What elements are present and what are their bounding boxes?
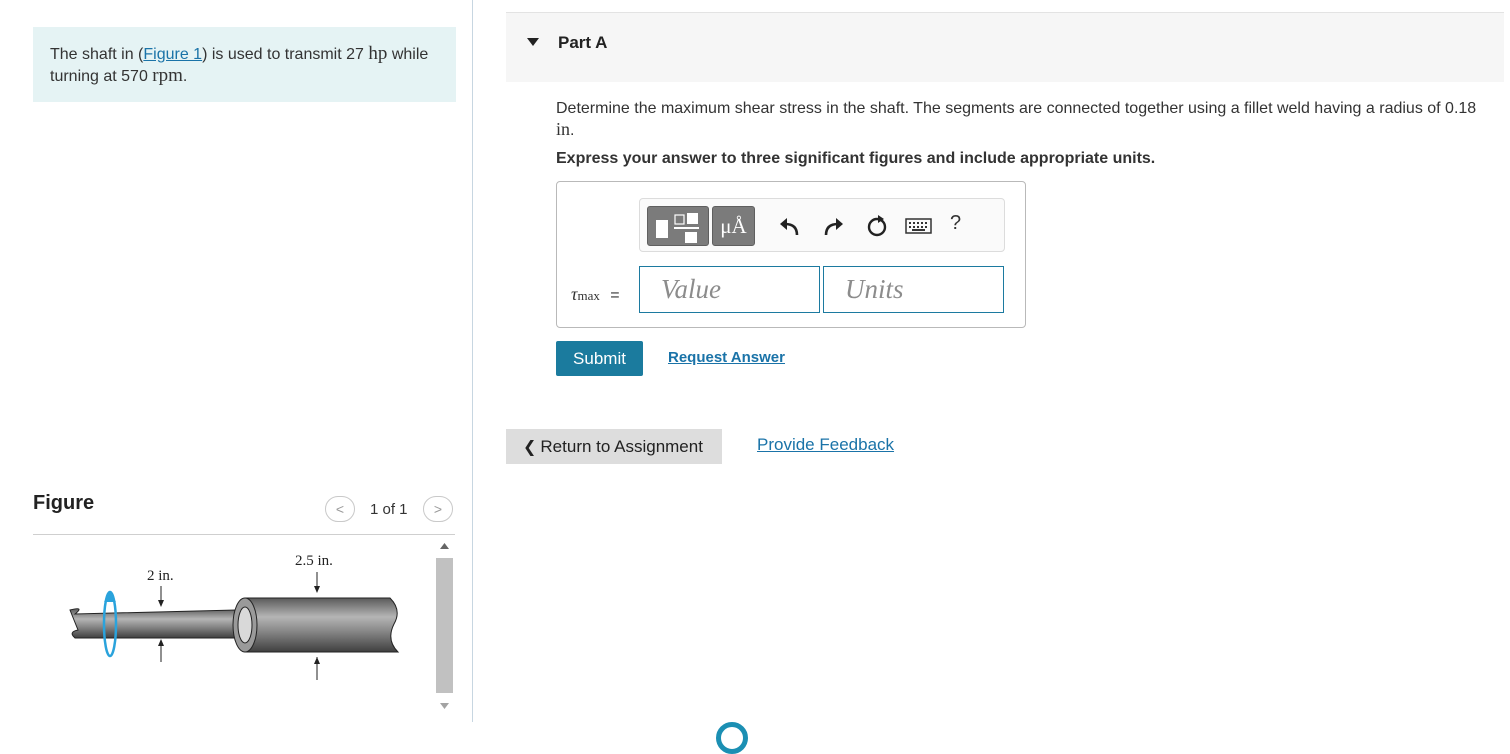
- question-unit: in: [556, 119, 571, 139]
- shaft-figure: 2 in. 2.5 in.: [69, 553, 400, 680]
- keyboard-icon[interactable]: [904, 214, 934, 240]
- column-divider: [472, 0, 473, 722]
- submit-button[interactable]: Submit: [556, 341, 643, 376]
- chevron-left-icon: ❮: [523, 439, 537, 456]
- template-button[interactable]: [647, 206, 709, 246]
- help-icon[interactable]: ?: [950, 212, 961, 235]
- figure-divider: [33, 534, 455, 535]
- return-to-assignment-button[interactable]: ❮ Return to Assignment: [506, 429, 722, 464]
- units-input[interactable]: Units: [823, 266, 1004, 313]
- return-label: Return to Assignment: [540, 437, 703, 456]
- problem-statement: The shaft in (Figure 1) is used to trans…: [33, 27, 456, 102]
- chevron-right-icon: >: [433, 501, 443, 517]
- redo-icon[interactable]: [820, 213, 846, 239]
- answer-box: μÅ ? τmax = Value Units: [556, 181, 1026, 328]
- equals-sign: =: [610, 287, 620, 304]
- chevron-left-icon: <: [335, 501, 345, 517]
- part-a-header[interactable]: Part A: [506, 12, 1504, 82]
- provide-feedback-link[interactable]: Provide Feedback: [757, 435, 894, 455]
- question-body: Determine the maximum shear stress in th…: [556, 100, 1477, 117]
- part-title: Part A: [558, 33, 608, 52]
- fraction-template-icon: [656, 213, 699, 243]
- figure-link[interactable]: Figure 1: [143, 46, 202, 63]
- figure-scrollbar[interactable]: [436, 540, 453, 718]
- pearson-logo-icon: [716, 722, 748, 754]
- power-unit: hp: [368, 43, 388, 64]
- value-input[interactable]: Value: [639, 266, 820, 313]
- caret-down-icon[interactable]: [527, 38, 539, 46]
- figure-prev-button[interactable]: <: [325, 496, 355, 522]
- problem-text-4: .: [182, 68, 188, 85]
- undo-icon[interactable]: [777, 213, 803, 239]
- figure-next-button[interactable]: >: [423, 496, 453, 522]
- figure-label-left: 2 in.: [147, 568, 174, 584]
- math-toolbar: μÅ ?: [639, 198, 1005, 252]
- mu-angstrom-icon: μÅ: [720, 214, 747, 238]
- figure-label-right: 2.5 in.: [295, 553, 333, 569]
- question-end: .: [570, 122, 575, 139]
- figure-pager: 1 of 1: [370, 501, 408, 518]
- question-text: Determine the maximum shear stress in th…: [556, 98, 1486, 141]
- tau-subscript: max: [577, 288, 600, 303]
- units-button[interactable]: μÅ: [712, 206, 755, 246]
- speed-unit: rpm: [152, 65, 183, 86]
- problem-text-2: ) is used to transmit 27: [202, 46, 369, 63]
- request-answer-link[interactable]: Request Answer: [668, 349, 785, 366]
- instruction-text: Express your answer to three significant…: [556, 150, 1156, 167]
- reset-icon[interactable]: [864, 213, 890, 239]
- figure-heading: Figure: [33, 492, 95, 514]
- tau-max-label: τmax =: [571, 284, 620, 305]
- problem-text-1: The shaft in (: [50, 46, 144, 63]
